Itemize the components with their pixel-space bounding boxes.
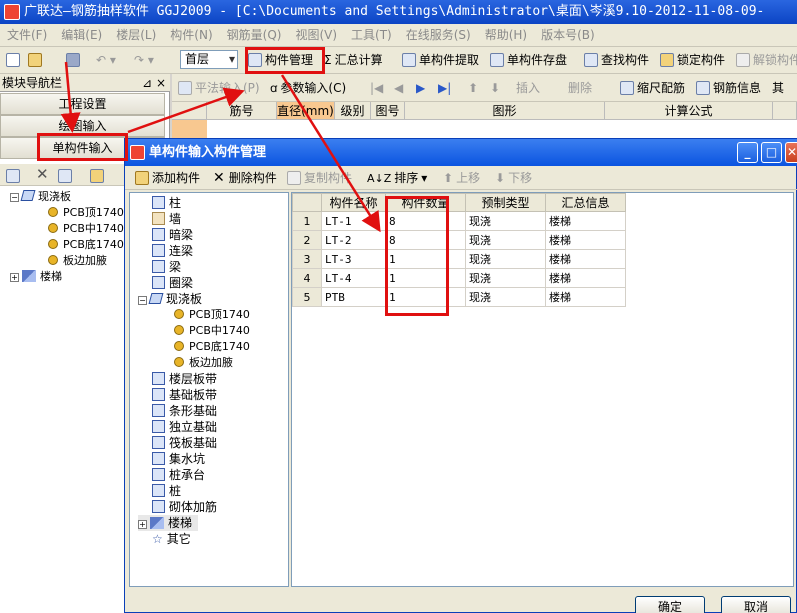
arrow-to-single-input bbox=[60, 61, 81, 133]
annotation-arrows bbox=[60, 61, 381, 233]
arrow-to-param-area bbox=[127, 87, 245, 134]
arrow-to-quantity bbox=[280, 74, 381, 233]
